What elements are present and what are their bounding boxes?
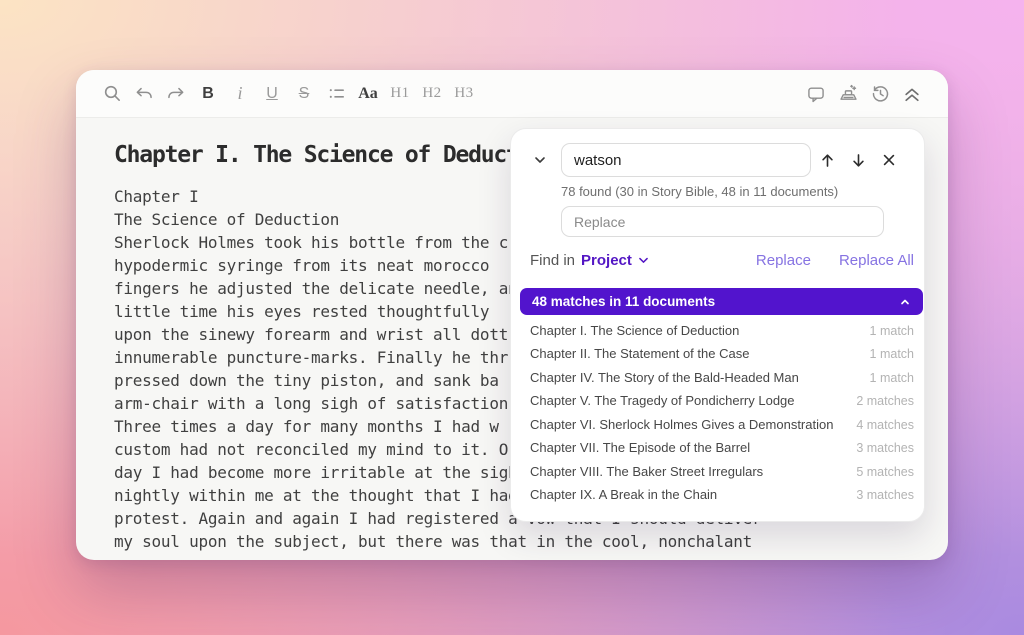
typeface-button[interactable]: Aa: [356, 79, 380, 109]
chevron-down-icon: [637, 254, 650, 267]
replace-button[interactable]: Replace: [756, 252, 811, 269]
find-input[interactable]: [561, 143, 811, 177]
chevron-up-icon: [899, 296, 911, 308]
scope-row: Find in Project Replace Replace All: [530, 252, 914, 269]
find-in-group: Find in Project: [530, 252, 650, 269]
find-row: [527, 143, 916, 177]
comment-icon[interactable]: [804, 79, 828, 109]
toolbar-left-group: B i U S Aa H1 H2 H3: [96, 79, 480, 109]
find-in-label: Find in: [530, 252, 575, 269]
scope-dropdown[interactable]: Project: [581, 252, 650, 269]
result-row[interactable]: Chapter I. The Science of Deduction 1 ma…: [527, 319, 916, 343]
undo-icon[interactable]: [132, 79, 156, 109]
replace-input[interactable]: [561, 206, 884, 237]
previous-match-icon[interactable]: [812, 145, 842, 175]
result-row[interactable]: Chapter VII. The Episode of the Barrel 3…: [527, 437, 916, 461]
matches-group-header[interactable]: 48 matches in 11 documents: [520, 288, 923, 315]
result-row[interactable]: Chapter VI. Sherlock Holmes Gives a Demo…: [527, 413, 916, 437]
result-title: Chapter I. The Science of Deduction: [530, 324, 739, 339]
result-count: 5 matches: [856, 465, 914, 480]
close-icon[interactable]: [874, 145, 904, 175]
scope-value: Project: [581, 252, 632, 269]
replace-all-button[interactable]: Replace All: [839, 252, 914, 269]
result-title: Chapter II. The Statement of the Case: [530, 347, 749, 362]
result-row[interactable]: Chapter VIII. The Baker Street Irregular…: [527, 460, 916, 484]
result-title: Chapter IV. The Story of the Bald-Headed…: [530, 371, 799, 386]
heading2-button[interactable]: H2: [420, 79, 444, 109]
redo-icon[interactable]: [164, 79, 188, 109]
result-count: 3 matches: [856, 441, 914, 456]
result-count: 1 match: [870, 347, 914, 362]
collapse-toolbar-icon[interactable]: [900, 79, 924, 109]
result-title: Chapter VIII. The Baker Street Irregular…: [530, 465, 763, 480]
result-row[interactable]: Chapter V. The Tragedy of Pondicherry Lo…: [527, 390, 916, 414]
document-line: my soul upon the subject, but there was …: [114, 530, 948, 553]
result-count: 1 match: [870, 324, 914, 339]
typewriter-sparkle-icon[interactable]: [836, 79, 860, 109]
result-count: 3 matches: [856, 488, 914, 503]
matches-group-label: 48 matches in 11 documents: [532, 294, 715, 309]
bold-button[interactable]: B: [196, 79, 220, 109]
find-replace-panel: 78 found (30 in Story Bible, 48 in 11 do…: [510, 128, 925, 522]
result-row[interactable]: Chapter IV. The Story of the Bald-Headed…: [527, 366, 916, 390]
italic-button[interactable]: i: [228, 79, 252, 109]
result-title: Chapter V. The Tragedy of Pondicherry Lo…: [530, 394, 795, 409]
result-row[interactable]: Chapter IX. A Break in the Chain 3 match…: [527, 484, 916, 508]
heading3-button[interactable]: H3: [452, 79, 476, 109]
panel-collapse-chevron-icon[interactable]: [527, 147, 553, 173]
result-count: 2 matches: [856, 394, 914, 409]
result-row[interactable]: Chapter II. The Statement of the Case 1 …: [527, 343, 916, 367]
result-count: 1 match: [870, 371, 914, 386]
search-icon[interactable]: [100, 79, 124, 109]
underline-button[interactable]: U: [260, 79, 284, 109]
result-title: Chapter IX. A Break in the Chain: [530, 488, 717, 503]
toolbar-right-group: [800, 79, 928, 109]
results-summary: 78 found (30 in Story Bible, 48 in 11 do…: [561, 184, 916, 199]
toolbar: B i U S Aa H1 H2 H3: [76, 70, 948, 118]
result-title: Chapter VI. Sherlock Holmes Gives a Demo…: [530, 418, 833, 433]
history-icon[interactable]: [868, 79, 892, 109]
heading1-button[interactable]: H1: [388, 79, 412, 109]
results-list: Chapter I. The Science of Deduction 1 ma…: [527, 319, 916, 507]
result-title: Chapter VII. The Episode of the Barrel: [530, 441, 750, 456]
result-count: 4 matches: [856, 418, 914, 433]
next-match-icon[interactable]: [843, 145, 873, 175]
replace-actions: Replace Replace All: [756, 252, 914, 269]
list-icon[interactable]: [324, 79, 348, 109]
strikethrough-button[interactable]: S: [292, 79, 316, 109]
